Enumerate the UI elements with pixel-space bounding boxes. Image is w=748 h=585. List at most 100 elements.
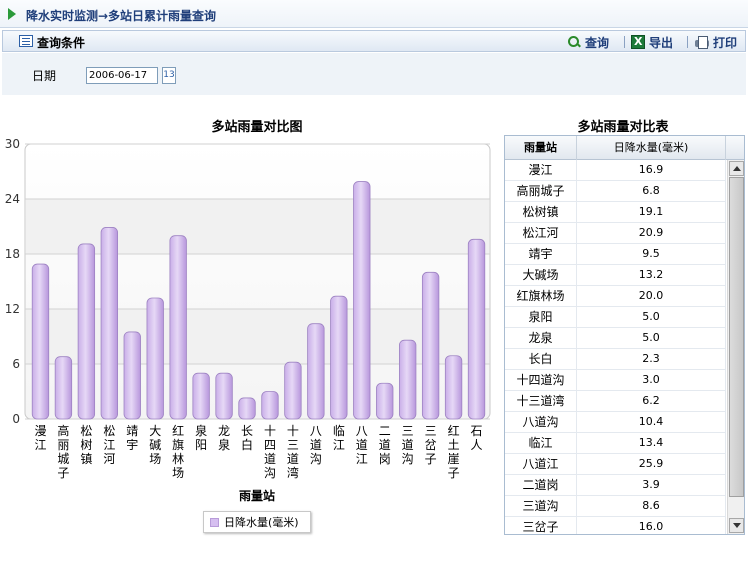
x-tick-label: 阳 [195,438,207,452]
table-row[interactable]: 三道沟 8.6 [505,496,726,517]
date-input[interactable] [86,67,158,84]
bar [444,355,463,420]
x-tick-label: 场 [149,452,161,466]
table-row[interactable]: 八道沟 10.4 [505,412,726,433]
table-row[interactable]: 龙泉 5.0 [505,328,726,349]
export-button-label: 导出 [649,35,674,50]
rainfall-cell: 8.6 [577,496,726,516]
x-tick-label: 沟 [264,466,276,480]
x-tick-label: 道 [356,438,368,452]
x-tick-label: 岗 [379,452,391,466]
station-cell: 三岔子 [505,517,577,534]
bar [330,295,348,420]
rainfall-cell: 5.0 [577,328,726,348]
bar [284,361,302,420]
bar [146,297,164,420]
x-tick-label: 八 [356,424,368,438]
x-tick-label: 大 [149,424,161,438]
x-tick-label: 丽 [57,438,69,452]
x-tick-label: 八 [310,424,322,438]
rainfall-cell: 25.9 [577,454,726,474]
station-cell: 松江河 [505,223,577,243]
legend-label: 日降水量(毫米) [224,516,299,529]
x-tick-label: 江 [34,438,46,452]
rainfall-cell: 3.0 [577,370,726,390]
bar [123,331,141,420]
x-tick-label: 道 [379,438,391,452]
x-tick-label: 城 [57,452,69,466]
table-body: 漫江 16.9 高丽城子 6.8 松树镇 19.1 松江河 20.9 靖宇 9.5 大碱场 13.2 红… [505,160,726,534]
table-row[interactable]: 八道江 25.9 [505,454,726,475]
bar [421,271,440,420]
print-button[interactable]: 打印 [695,33,737,51]
x-tick-label: 道 [310,438,322,452]
x-tick-label: 松 [103,424,115,438]
title-bar: 降水实时监测→多站日累计雨量查询 [0,0,748,28]
rainfall-cell: 16.9 [577,160,726,180]
station-cell: 长白 [505,349,577,369]
y-tick-label: 18 [5,247,20,261]
column-header-rainfall[interactable]: 日降水量(毫米) [577,136,726,160]
table-row[interactable]: 漫江 16.9 [505,160,726,181]
x-tick-label: 临 [333,424,345,438]
filter-panel: 日期 13 [2,53,746,95]
station-cell: 大碱场 [505,265,577,285]
x-tick-label: 红 [448,423,460,438]
x-tick-label: 江 [103,438,115,452]
table-row[interactable]: 长白 2.3 [505,349,726,370]
table-row[interactable]: 靖宇 9.5 [505,244,726,265]
station-cell: 十四道沟 [505,370,577,390]
table-row[interactable]: 二道岗 3.9 [505,475,726,496]
rainfall-table[interactable]: 雨量站 日降水量(毫米) 漫江 16.9 高丽城子 6.8 松树镇 19.1 松江河 20.9… [504,135,745,535]
export-button[interactable]: 导出 [631,33,673,51]
scroll-up-icon[interactable] [729,161,744,176]
bar [467,238,486,420]
rainfall-cell: 13.2 [577,265,726,285]
table-row[interactable]: 三岔子 16.0 [505,517,726,534]
rainfall-cell: 5.0 [577,307,726,327]
table-row[interactable]: 临江 13.4 [505,433,726,454]
query-section-label: 查询条件 [37,36,86,50]
station-cell: 八道江 [505,454,577,474]
y-tick-label: 12 [5,302,20,316]
printer-icon [695,35,709,49]
rainfall-cell: 20.9 [577,223,726,243]
legend-swatch [210,517,219,527]
bar [169,235,187,420]
x-tick-label: 道 [264,452,276,466]
x-tick-label: 场 [172,466,184,480]
rainfall-cell: 19.1 [577,202,726,222]
x-tick-label: 崖 [448,452,460,466]
grid-band [26,309,489,364]
x-tick-label: 四 [264,438,276,452]
column-header-station[interactable]: 雨量站 [505,136,577,160]
x-tick-label: 松 [80,424,92,438]
toolbar-separator [624,36,625,48]
y-tick-label: 6 [12,357,20,371]
y-tick-label: 30 [5,137,20,151]
x-tick-label: 十 [264,424,276,438]
table-scrollbar[interactable] [727,160,744,534]
table-row[interactable]: 高丽城子 6.8 [505,181,726,202]
table-row[interactable]: 松江河 20.9 [505,223,726,244]
excel-icon [631,35,645,49]
y-tick-label: 0 [12,412,20,426]
table-row[interactable]: 十四道沟 3.0 [505,370,726,391]
station-cell: 临江 [505,433,577,453]
table-row[interactable]: 泉阳 5.0 [505,307,726,328]
scroll-down-icon[interactable] [729,518,744,533]
query-button[interactable]: 查询 [567,33,609,51]
scroll-thumb[interactable] [729,177,744,497]
table-row[interactable]: 松树镇 19.1 [505,202,726,223]
calendar-icon[interactable]: 13 [162,67,176,84]
x-tick-label: 镇 [80,452,92,466]
table-row[interactable]: 大碱场 13.2 [505,265,726,286]
y-tick-label: 24 [5,192,20,206]
station-cell: 八道沟 [505,412,577,432]
table-header: 雨量站 日降水量(毫米) [505,136,744,160]
x-tick-label: 河 [103,452,115,466]
table-row[interactable]: 十三道湾 6.2 [505,391,726,412]
query-toolbar: 查询条件 查询 导出 打印 [2,30,746,52]
table-row[interactable]: 红旗林场 20.0 [505,286,726,307]
header-spacer [726,136,744,160]
